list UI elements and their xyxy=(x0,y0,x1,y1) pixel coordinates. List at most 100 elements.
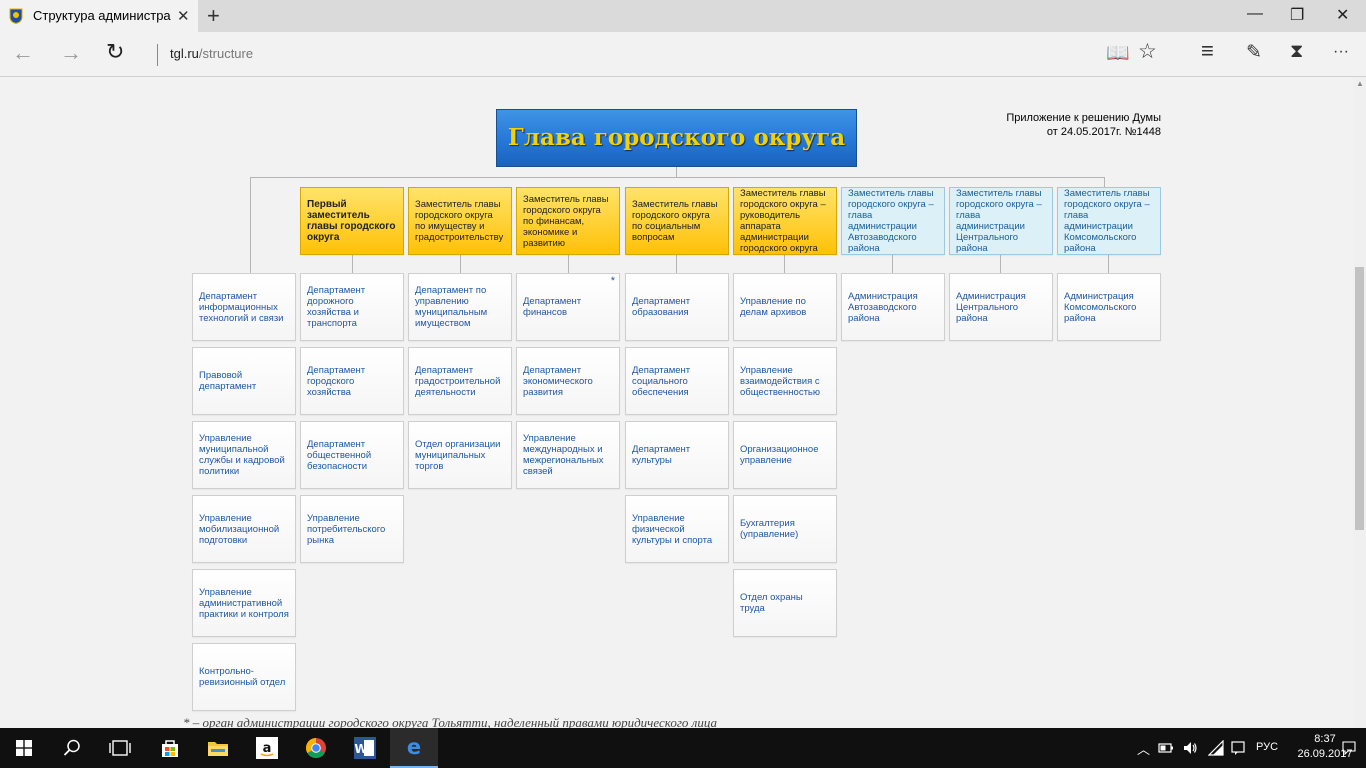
task-view-icon xyxy=(109,740,131,756)
department-box[interactable]: Департамент дорожного хозяйства и трансп… xyxy=(300,273,404,341)
action-center-icon[interactable] xyxy=(1341,740,1357,756)
store-bag-icon xyxy=(162,740,178,757)
head-of-city-box[interactable]: Глава городского округа xyxy=(496,109,857,167)
svg-text:a: a xyxy=(263,741,272,756)
address-separator xyxy=(157,44,158,66)
wifi-icon[interactable] xyxy=(1208,740,1224,756)
edge-app-button[interactable]: e xyxy=(390,728,438,768)
department-box[interactable]: Департамент градостроительной деятельнос… xyxy=(408,347,512,415)
show-hidden-icons[interactable]: ︿ xyxy=(1137,739,1150,758)
department-box[interactable]: Отдел организации муниципальных торгов xyxy=(408,421,512,489)
department-box[interactable]: Департамент городского хозяйства xyxy=(300,347,404,415)
connector-line xyxy=(250,177,251,273)
connector-line xyxy=(250,177,1105,178)
department-box[interactable]: Организационное управление xyxy=(733,421,837,489)
department-box[interactable]: Управление международных и межрегиональн… xyxy=(516,421,620,489)
forward-button[interactable]: → xyxy=(60,40,82,66)
connector-line xyxy=(1000,255,1001,273)
deputy-box[interactable]: Заместитель главы городского округа по и… xyxy=(408,187,512,255)
notification-icon[interactable] xyxy=(1230,740,1246,756)
url-path: /structure xyxy=(198,46,254,61)
connector-line xyxy=(892,255,893,273)
deputy-box[interactable]: Заместитель главы городского округа – гл… xyxy=(1057,187,1161,255)
folder-icon xyxy=(208,742,228,756)
volume-icon[interactable] xyxy=(1182,740,1198,756)
department-box[interactable]: Департамент социального обеспечения xyxy=(625,347,729,415)
word-app-button[interactable]: W xyxy=(341,728,389,768)
department-box[interactable]: Отдел охраны труда xyxy=(733,569,837,637)
favorite-star-icon[interactable]: ☆ xyxy=(1138,39,1157,64)
page-content: Глава городского округа Приложение к реш… xyxy=(0,77,1353,728)
more-icon[interactable]: ··· xyxy=(1333,43,1349,61)
close-tab-icon[interactable]: ✕ xyxy=(177,7,190,25)
edge-icon: e xyxy=(407,736,421,758)
page-scrollbar[interactable]: ▲ xyxy=(1353,77,1366,728)
tab-title: Структура администра xyxy=(33,8,171,23)
url-field[interactable]: tgl.ru/structure xyxy=(170,46,253,61)
amazon-app-button[interactable]: a xyxy=(243,728,291,768)
department-box[interactable]: Бухгалтерия (управление) xyxy=(733,495,837,563)
tab-bar: Структура администра ✕ + — ❐ ✕ xyxy=(0,0,1366,32)
deputy-box[interactable]: Заместитель главы городского округа по с… xyxy=(625,187,729,255)
deputy-box[interactable]: Заместитель главы городского округа – ру… xyxy=(733,187,837,255)
amazon-icon: a xyxy=(256,737,278,759)
search-button[interactable] xyxy=(48,728,96,768)
department-box[interactable]: Управление взаимодействия с общественнос… xyxy=(733,347,837,415)
department-box[interactable]: Департамент общественной безопасности xyxy=(300,421,404,489)
back-button[interactable]: ← xyxy=(12,40,34,66)
department-box[interactable]: Управление административной практики и к… xyxy=(192,569,296,637)
department-box[interactable]: Администрация Автозаводского района xyxy=(841,273,945,341)
address-bar: ← → ↻ tgl.ru/structure 📖 ☆ ≡ ✎ ⧗ ··· xyxy=(0,32,1366,77)
department-box[interactable]: Управление мобилизационной подготовки xyxy=(192,495,296,563)
decree-note-line2: от 24.05.2017г. №1448 xyxy=(1046,126,1161,138)
hub-icon[interactable]: ≡ xyxy=(1201,38,1214,64)
connector-line xyxy=(568,255,569,273)
language-indicator[interactable]: РУС xyxy=(1256,741,1278,753)
department-box[interactable]: Департамент культуры xyxy=(625,421,729,489)
windows-logo-icon xyxy=(16,740,32,756)
chrome-app-button[interactable] xyxy=(292,728,340,768)
web-note-icon[interactable]: ✎ xyxy=(1246,41,1262,64)
department-box[interactable]: Департамент по управлению муниципальным … xyxy=(408,273,512,341)
start-button[interactable] xyxy=(0,728,48,768)
minimize-button[interactable]: — xyxy=(1247,5,1263,23)
scrollbar-thumb[interactable] xyxy=(1355,267,1364,530)
department-box[interactable]: Администрация Центрального района xyxy=(949,273,1053,341)
site-favicon-icon xyxy=(9,8,23,24)
close-window-button[interactable]: ✕ xyxy=(1336,5,1349,25)
chrome-icon xyxy=(306,738,326,758)
power-icon[interactable] xyxy=(1158,741,1174,755)
deputy-box[interactable]: Заместитель главы городского округа – гл… xyxy=(949,187,1053,255)
department-box[interactable]: Управление потребительского рынка xyxy=(300,495,404,563)
head-title: Глава городского округа xyxy=(507,124,846,151)
store-app-button[interactable] xyxy=(146,728,194,768)
deputy-box[interactable]: Заместитель главы городского округа по ф… xyxy=(516,187,620,255)
department-box[interactable]: Департамент экономического развития xyxy=(516,347,620,415)
footnote: * – орган администрации городского округ… xyxy=(183,715,717,728)
department-box[interactable]: Департамент информационных технологий и … xyxy=(192,273,296,341)
deputy-box[interactable]: Первый заместитель главы городского окру… xyxy=(300,187,404,255)
department-box[interactable]: Департамент образования xyxy=(625,273,729,341)
maximize-button[interactable]: ❐ xyxy=(1290,5,1304,25)
file-explorer-button[interactable] xyxy=(194,728,242,768)
connector-line xyxy=(784,255,785,273)
department-box[interactable]: Управление по делам архивов xyxy=(733,273,837,341)
department-box[interactable]: Контрольно-ревизионный отдел xyxy=(192,643,296,711)
scroll-up-icon[interactable]: ▲ xyxy=(1356,79,1364,88)
word-icon: W xyxy=(354,737,376,759)
new-tab-button[interactable]: + xyxy=(207,3,220,29)
department-box[interactable]: Департамент финансов * xyxy=(516,273,620,341)
department-box[interactable]: Правовой департамент xyxy=(192,347,296,415)
department-box[interactable]: Администрация Комсомольского района xyxy=(1057,273,1161,341)
refresh-button[interactable]: ↻ xyxy=(106,39,124,65)
svg-text:W: W xyxy=(354,742,367,756)
browser-tab-active[interactable]: Структура администра ✕ xyxy=(0,0,198,32)
task-view-button[interactable] xyxy=(96,728,144,768)
department-box[interactable]: Управление физической культуры и спорта xyxy=(625,495,729,563)
svg-text:e: e xyxy=(407,736,421,758)
share-icon[interactable]: ⧗ xyxy=(1290,41,1303,63)
department-box[interactable]: Управление муниципальной службы и кадров… xyxy=(192,421,296,489)
url-host: tgl.ru xyxy=(170,46,199,61)
deputy-box[interactable]: Заместитель главы городского округа – гл… xyxy=(841,187,945,255)
reading-view-icon[interactable]: 📖 xyxy=(1106,41,1130,65)
